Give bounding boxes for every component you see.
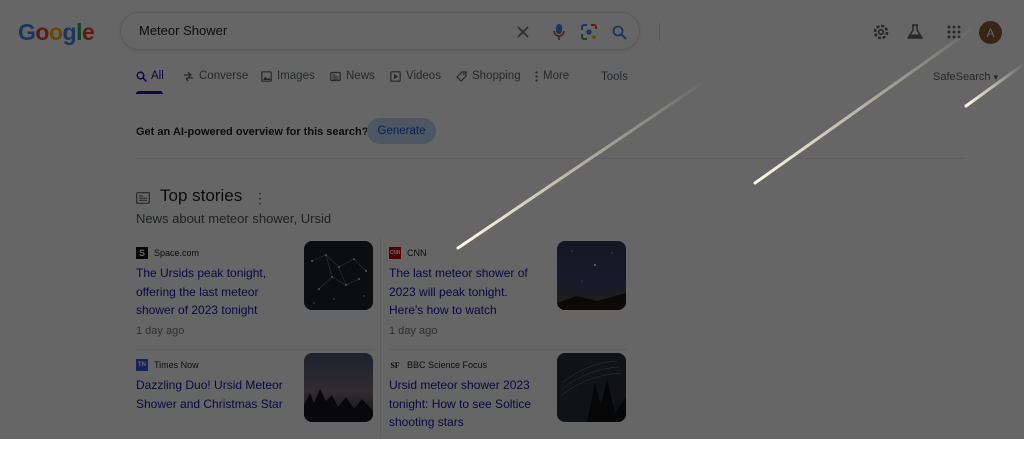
source-favicon: CNN <box>389 247 401 259</box>
column-divider <box>380 238 381 439</box>
mic-icon[interactable] <box>549 22 569 42</box>
story-headline[interactable]: The Ursids peak tonight, offering the la… <box>136 264 286 320</box>
top-stories-icon <box>136 191 150 204</box>
google-logo[interactable]: Google <box>18 19 95 46</box>
story-headline[interactable]: Dazzling Duo! Ursid Meteor Shower and Ch… <box>136 376 286 413</box>
ai-overview-text: Get an AI-powered overview for this sear… <box>136 126 369 138</box>
story-source: TN Times Now <box>136 358 199 372</box>
shopping-icon <box>455 70 468 83</box>
generate-button[interactable]: Generate <box>367 118 436 144</box>
top-stories-title: Top stories <box>160 186 243 205</box>
story-thumbnail[interactable] <box>304 241 373 310</box>
tab-label: All <box>151 70 164 82</box>
search-divider <box>659 23 660 41</box>
story-thumbnail[interactable] <box>557 353 626 422</box>
more-options-icon[interactable]: ⋮ <box>253 190 267 206</box>
tab-converse[interactable]: Converse <box>182 70 248 94</box>
story-age: 1 day ago <box>389 325 438 337</box>
source-favicon: TN <box>136 359 148 371</box>
tab-label: More <box>543 70 570 82</box>
source-favicon: SF <box>389 359 401 371</box>
story-headline[interactable]: The last meteor shower of 2023 will peak… <box>389 264 539 320</box>
tools-button[interactable]: Tools <box>601 71 628 83</box>
tab-shopping[interactable]: Shopping <box>455 70 521 94</box>
settings-icon[interactable] <box>870 21 892 43</box>
safesearch-label: SafeSearch <box>933 71 991 83</box>
meteor-streak <box>456 79 707 250</box>
safesearch-button[interactable]: SafeSearch ▾ <box>933 71 998 83</box>
story-age: 1 day ago <box>136 325 185 337</box>
card-divider <box>136 349 374 350</box>
source-name: CNN <box>407 248 427 258</box>
section-divider <box>136 158 964 159</box>
source-name: Times Now <box>154 360 199 370</box>
search-box <box>120 12 660 50</box>
tab-videos[interactable]: Videos <box>389 70 441 94</box>
apps-icon[interactable] <box>943 21 965 43</box>
labs-icon[interactable] <box>904 21 926 43</box>
chevron-down-icon: ▾ <box>993 72 999 82</box>
story-card[interactable]: CNN CNN The last meteor shower of 2023 w… <box>389 241 627 359</box>
search-input[interactable] <box>137 22 501 39</box>
tab-images[interactable]: Images <box>260 70 315 94</box>
story-card[interactable]: SF BBC Science Focus Ursid meteor shower… <box>389 353 627 471</box>
tab-label: Images <box>277 70 315 82</box>
story-headline[interactable]: Ursid meteor shower 2023 tonight: How to… <box>389 376 539 432</box>
converse-icon <box>182 70 195 83</box>
tab-label: News <box>346 70 375 82</box>
meteor-streak <box>753 25 977 185</box>
search-icon[interactable] <box>609 22 629 42</box>
story-source: SF BBC Science Focus <box>389 358 487 372</box>
source-name: BBC Science Focus <box>407 360 488 370</box>
images-icon <box>260 70 273 83</box>
more-dots-icon <box>534 70 539 83</box>
tab-all[interactable]: All <box>136 70 164 94</box>
story-source: S Space.com <box>136 246 199 260</box>
avatar[interactable]: A <box>979 21 1002 44</box>
tab-label: Shopping <box>472 70 521 82</box>
tab-label: Videos <box>406 70 441 82</box>
top-stories-subtitle: News about meteor shower, Ursid <box>136 211 332 226</box>
source-favicon: S <box>136 247 148 259</box>
card-divider <box>389 349 627 350</box>
story-card[interactable]: TN Times Now Dazzling Duo! Ursid Meteor … <box>136 353 374 471</box>
avatar-letter: A <box>986 25 995 40</box>
ai-overview-prompt: Get an AI-powered overview for this sear… <box>136 118 964 159</box>
search-icon <box>136 70 147 83</box>
tab-news[interactable]: News <box>329 70 375 94</box>
clear-icon[interactable] <box>513 22 533 42</box>
lens-icon[interactable] <box>579 22 599 42</box>
tab-label: Converse <box>199 70 249 82</box>
story-source: CNN CNN <box>389 246 427 260</box>
news-icon <box>329 70 342 83</box>
tab-more[interactable]: More <box>534 70 569 94</box>
videos-icon <box>389 70 402 83</box>
story-card[interactable]: S Space.com The Ursids peak tonight, off… <box>136 241 374 359</box>
story-thumbnail[interactable] <box>304 353 373 422</box>
source-name: Space.com <box>154 248 200 258</box>
story-thumbnail[interactable] <box>557 241 626 310</box>
